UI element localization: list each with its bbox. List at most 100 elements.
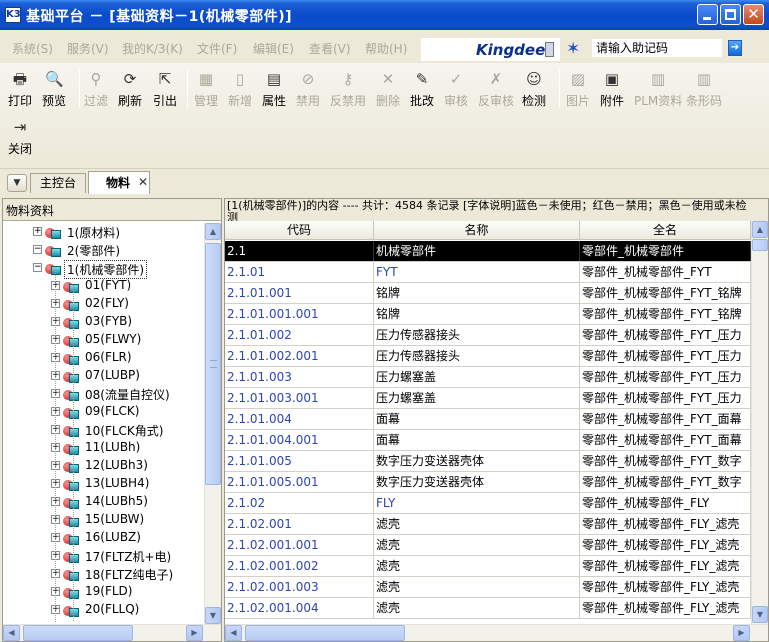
table-row[interactable]: 2.1.01.004 面幕 零部件_机械零部件_FYT_面幕 — [225, 409, 751, 430]
tree-node[interactable]: +08(流量自控仪) — [3, 385, 203, 403]
close-window-button[interactable]: ✕ — [743, 4, 764, 25]
table-row[interactable]: 2.1.02 FLY 零部件_机械零部件_FLY — [225, 493, 751, 514]
printer-button[interactable]: 🖶 打印 — [8, 70, 32, 114]
tree-node[interactable]: +11(LUBh) — [3, 439, 203, 457]
batch-edit-button[interactable]: ✎ 批改 — [410, 70, 434, 114]
scroll-up-button[interactable]: ▲ — [752, 221, 768, 238]
tab-main-console[interactable]: 主控台 — [30, 173, 86, 193]
tree-node[interactable]: +1(原材料) — [3, 223, 203, 241]
title-bar[interactable]: K3 基础平台 － [基础资料－1(机械零部件)] ✕ — [0, 0, 769, 30]
properties-button[interactable]: ▤ 属性 — [262, 70, 286, 114]
table-row[interactable]: 2.1.01.005 数字压力变送器壳体 零部件_机械零部件_FYT_数字 — [225, 451, 751, 472]
column-header-fullname[interactable]: 全名 — [580, 221, 751, 240]
table-row[interactable]: 2.1.01 FYT 零部件_机械零部件_FYT — [225, 262, 751, 283]
menu-file[interactable]: 文件(F) — [197, 40, 237, 57]
table-row[interactable]: 2.1.02.001.004 滤壳 零部件_机械零部件_FLY_滤壳 — [225, 598, 751, 619]
scroll-down-button[interactable]: ▼ — [205, 607, 221, 624]
tree-node[interactable]: −1(机械零部件) — [3, 259, 203, 279]
tree-node[interactable]: +18(FLTZ纯电子) — [3, 565, 203, 583]
attachment-button[interactable]: ▣ 附件 — [600, 70, 624, 114]
table-row[interactable]: 2.1.01.002.001 压力传感器接头 零部件_机械零部件_FYT_压力 — [225, 346, 751, 367]
scroll-thumb[interactable] — [752, 239, 768, 251]
collapse-icon[interactable]: − — [33, 263, 42, 272]
enable-button[interactable]: ⚷ 反禁用 — [330, 70, 366, 114]
menu-edit[interactable]: 编辑(E) — [253, 40, 294, 57]
tree-node[interactable]: +01(FYT) — [3, 277, 203, 295]
new-button[interactable]: ▯ 新增 — [228, 70, 252, 114]
tree-node[interactable]: +16(LUBZ) — [3, 529, 203, 547]
tree-node[interactable]: +13(LUBH4) — [3, 475, 203, 493]
menu-help[interactable]: 帮助(H) — [365, 40, 407, 57]
tree-node[interactable]: +15(LUBW) — [3, 511, 203, 529]
table-row[interactable]: 2.1.01.001 铭牌 零部件_机械零部件_FYT_铭牌 — [225, 283, 751, 304]
scroll-thumb[interactable] — [205, 243, 221, 485]
grid-horizontal-scrollbar[interactable]: ◀ ▶ — [225, 624, 768, 641]
tree-node[interactable]: − 2(零部件) — [3, 241, 203, 259]
tree-node[interactable]: +09(FLCK) — [3, 403, 203, 421]
table-row[interactable]: 2.1.01.002 压力传感器接头 零部件_机械零部件_FYT_压力 — [225, 325, 751, 346]
tab-close-icon[interactable]: ✕ — [138, 172, 148, 193]
tree-node[interactable]: +19(FLD) — [3, 583, 203, 601]
maximize-button[interactable] — [720, 4, 741, 25]
tree-node[interactable]: +12(LUBh3) — [3, 457, 203, 475]
menu-my-k3[interactable]: 我的K/3(K) — [122, 40, 183, 57]
barcode-button[interactable]: ▥ 条形码 — [686, 70, 722, 114]
menu-system[interactable]: 系统(S) — [12, 40, 53, 57]
scroll-left-button[interactable]: ◀ — [225, 625, 242, 641]
tree-horizontal-scrollbar[interactable]: ◀ ▶ — [3, 624, 221, 641]
tree-node[interactable]: +14(LUBh5) — [3, 493, 203, 511]
image-button[interactable]: ▨ 图片 — [566, 70, 590, 114]
tree-node[interactable]: +17(FLTZ机+电) — [3, 547, 203, 565]
help-code-input[interactable]: 请输入助记码 — [592, 39, 722, 57]
scroll-left-button[interactable]: ◀ — [3, 625, 20, 641]
scroll-up-button[interactable]: ▲ — [205, 223, 221, 240]
export-button[interactable]: ⇱ 引出 — [153, 70, 177, 114]
scroll-right-button[interactable]: ▶ — [186, 625, 203, 641]
refresh-button[interactable]: ⟳ 刷新 — [118, 70, 142, 114]
tree-node[interactable]: +10(FLCK角式) — [3, 421, 203, 439]
close-button[interactable]: ⇥ 关闭 — [8, 118, 32, 162]
tree-vertical-scrollbar[interactable]: ▲ ▼ — [204, 223, 221, 625]
table-row[interactable]: 2.1.02.001.001 滤壳 零部件_机械零部件_FLY_滤壳 — [225, 535, 751, 556]
scroll-down-button[interactable]: ▼ — [752, 606, 768, 623]
table-row[interactable]: 2.1.01.003 压力螺塞盖 零部件_机械零部件_FYT_压力 — [225, 367, 751, 388]
tree-node[interactable]: +20(FLLQ) — [3, 601, 203, 619]
column-header-name[interactable]: 名称 — [374, 221, 580, 240]
audit-button[interactable]: ✓ 审核 — [444, 70, 468, 114]
collapse-icon[interactable]: − — [33, 245, 42, 254]
delete-button[interactable]: ✕ 删除 — [376, 70, 400, 114]
tab-material[interactable]: 物料 ✕ — [88, 171, 150, 194]
menu-service[interactable]: 服务(V) — [67, 40, 109, 57]
tree-node[interactable]: +02(FLY) — [3, 295, 203, 313]
minimize-button[interactable] — [697, 4, 718, 25]
filter-button[interactable]: ⚲ 过滤 — [84, 70, 108, 114]
table-row[interactable]: 2.1.01.005.001 数字压力变送器壳体 零部件_机械零部件_FYT_数字 — [225, 472, 751, 493]
scroll-thumb[interactable] — [245, 625, 405, 641]
disable-button[interactable]: ⊘ 禁用 — [296, 70, 320, 114]
tree-node[interactable]: +06(FLR) — [3, 349, 203, 367]
check-button[interactable]: ☺ 检测 — [522, 70, 546, 114]
preview-button[interactable]: 🔍 预览 — [42, 70, 66, 114]
tree-node[interactable]: +07(LUBP) — [3, 367, 203, 385]
grid-vertical-scrollbar[interactable]: ▲ ▼ — [751, 221, 768, 624]
unaudit-button[interactable]: ✗ 反审核 — [478, 70, 514, 114]
manage-button[interactable]: ▦ 管理 — [194, 70, 218, 114]
menu-view[interactable]: 查看(V) — [309, 40, 351, 57]
table-row[interactable]: 2.1.01.004.001 面幕 零部件_机械零部件_FYT_面幕 — [225, 430, 751, 451]
table-row[interactable]: 2.1.01.001.001 铭牌 零部件_机械零部件_FYT_铭牌 — [225, 304, 751, 325]
column-header-code[interactable]: 代码 — [225, 221, 374, 240]
scroll-thumb[interactable] — [23, 625, 133, 641]
tab-dropdown-button[interactable]: ▼ — [7, 174, 27, 192]
tree-node[interactable]: +05(FLWY) — [3, 331, 203, 349]
properties-icon: ▤ — [266, 70, 282, 88]
table-row[interactable]: 2.1.02.001 滤壳 零部件_机械零部件_FLY_滤壳 — [225, 514, 751, 535]
go-button[interactable]: ➔ — [728, 40, 742, 56]
table-row[interactable]: 2.1 机械零部件 零部件_机械零部件 — [225, 241, 751, 262]
scroll-right-button[interactable]: ▶ — [733, 625, 750, 641]
table-row[interactable]: 2.1.02.001.003 滤壳 零部件_机械零部件_FLY_滤壳 — [225, 577, 751, 598]
plm-button[interactable]: ▥ PLM资料 — [634, 70, 682, 114]
expand-icon[interactable]: + — [33, 227, 42, 236]
table-row[interactable]: 2.1.01.003.001 压力螺塞盖 零部件_机械零部件_FYT_压力 — [225, 388, 751, 409]
tree-node[interactable]: +03(FYB) — [3, 313, 203, 331]
table-row[interactable]: 2.1.02.001.002 滤壳 零部件_机械零部件_FLY_滤壳 — [225, 556, 751, 577]
